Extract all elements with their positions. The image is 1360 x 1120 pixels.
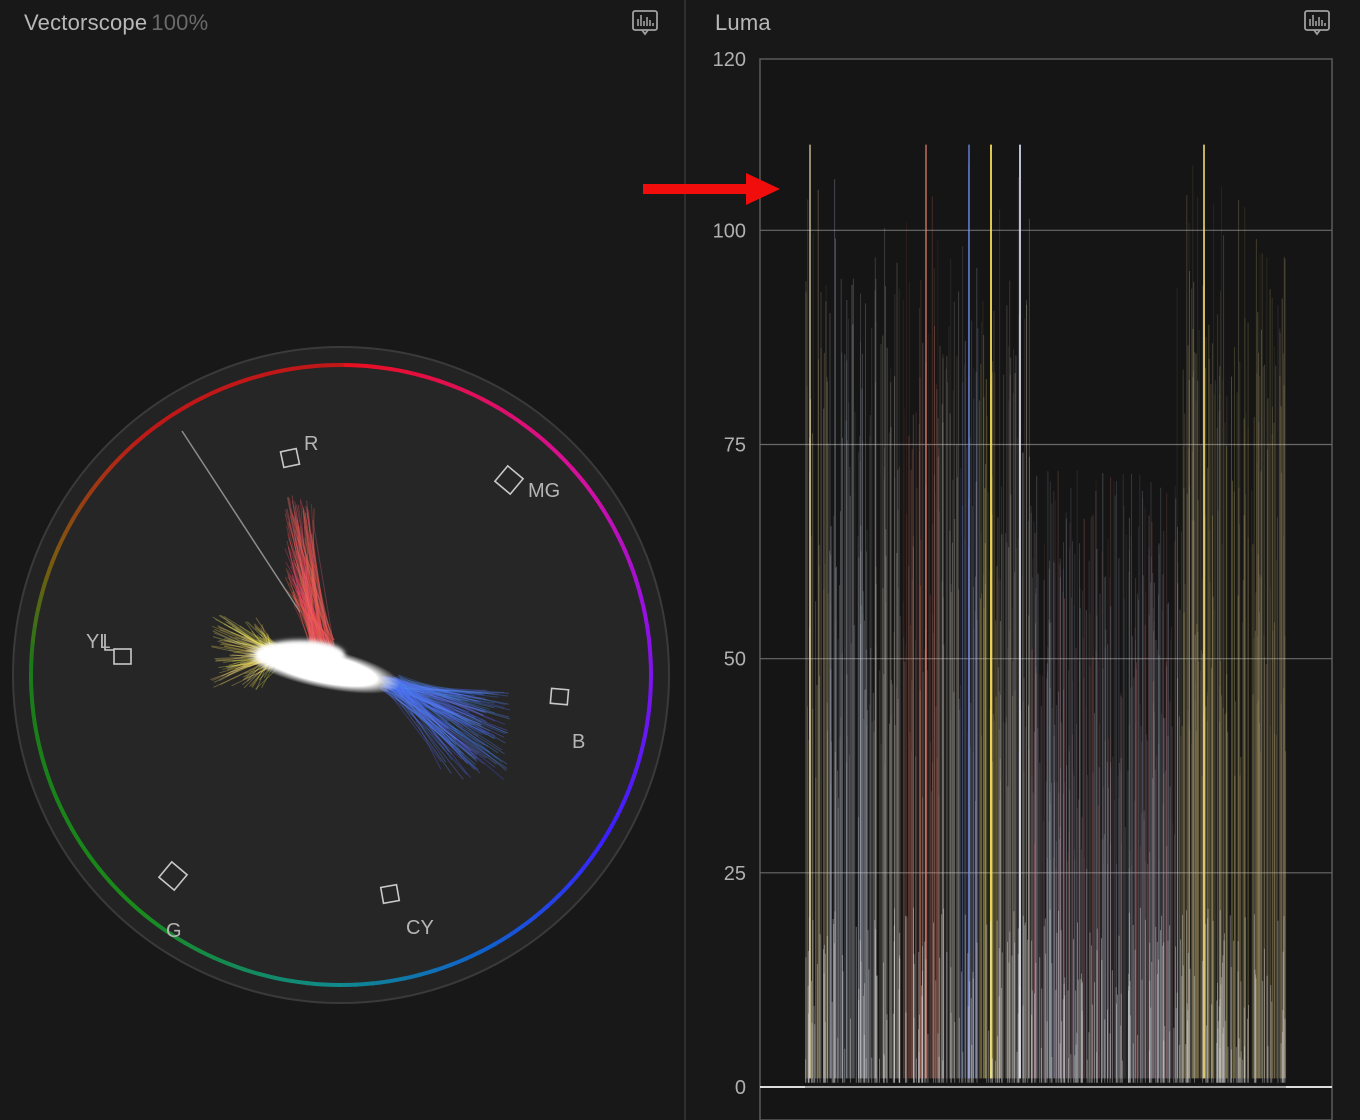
hue-ring-segment <box>644 707 652 727</box>
luma-scale-label: 0 <box>735 1077 746 1099</box>
hue-ring-segment <box>29 639 35 659</box>
vectorscope-signal-highlight <box>255 640 345 670</box>
vectorscope-display: R MG B CY G YL <box>12 346 670 1004</box>
target-yl-label: YL <box>86 631 110 653</box>
luma-scale-label: 100 <box>713 220 746 242</box>
hue-ring-segment <box>289 978 309 986</box>
target-g-label: G <box>166 920 182 942</box>
hue-ring-segment <box>29 655 34 676</box>
hue-ring-segment <box>321 982 342 987</box>
hue-ring-segment <box>354 981 374 987</box>
luma-scale-label: 25 <box>724 863 746 885</box>
vectorscope-panel: Vectorscope 100% R MG B CY G YL <box>0 0 684 1120</box>
luma-scale-label: 75 <box>724 435 746 457</box>
hue-ring-segment <box>370 979 390 986</box>
hue-ring-segment <box>30 623 38 643</box>
target-b-label: B <box>572 731 585 753</box>
hue-ring-segment <box>357 363 377 369</box>
hue-ring-segment <box>292 364 312 371</box>
hue-ring-segment <box>373 364 393 372</box>
hue-ring-segment <box>647 642 653 662</box>
hue-ring-segment <box>30 704 37 724</box>
target-cy-label: CY <box>406 917 434 939</box>
luma-panel: Luma 0 25 50 75 100 120 <box>686 0 1360 1120</box>
hue-ring-segment <box>647 691 653 711</box>
hue-ring-segment <box>308 363 328 369</box>
hue-ring-segment <box>29 688 35 708</box>
hue-ring-segment <box>645 626 652 646</box>
luma-waveform: 0 25 50 75 100 120 <box>713 49 1333 1120</box>
luma-scale-label: 120 <box>713 49 746 71</box>
luma-scale-label: 50 <box>724 649 746 671</box>
target-r-label: R <box>304 433 318 455</box>
target-mg-label: MG <box>528 480 560 502</box>
hue-ring-segment <box>340 363 361 368</box>
annotation-arrow <box>643 173 780 205</box>
hue-ring-segment <box>648 674 653 695</box>
hue-ring-segment <box>305 981 325 987</box>
